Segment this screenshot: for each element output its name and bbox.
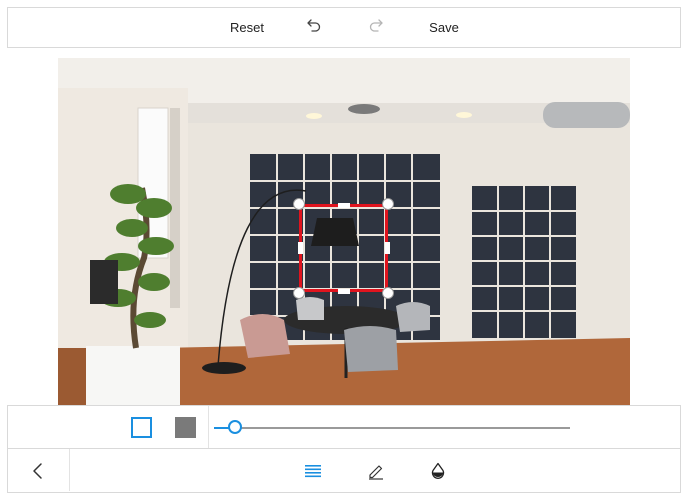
fill-icon	[429, 462, 447, 484]
crop-selection[interactable]	[299, 204, 388, 292]
undo-button[interactable]	[302, 8, 326, 47]
crop-handle-top-right[interactable]	[382, 198, 394, 210]
crop-handle-right[interactable]	[385, 242, 390, 254]
slider-thumb[interactable]	[228, 420, 242, 434]
save-label: Save	[429, 20, 459, 35]
bottom-toolbar	[7, 449, 681, 493]
pen-icon	[367, 465, 385, 484]
crop-handle-top[interactable]	[338, 203, 350, 208]
adjust-bar	[7, 405, 681, 449]
crop-handle-bottom[interactable]	[338, 289, 350, 294]
chevron-left-icon	[28, 463, 48, 485]
square-outline-icon	[131, 417, 152, 442]
reset-button[interactable]: Reset	[224, 8, 270, 47]
divider	[208, 406, 209, 448]
image-canvas[interactable]	[58, 58, 630, 405]
reset-label: Reset	[230, 20, 264, 35]
slider-track[interactable]	[214, 420, 570, 434]
square-filled-button[interactable]	[175, 417, 196, 438]
undo-icon	[306, 17, 322, 38]
crop-handle-bottom-right[interactable]	[382, 287, 394, 299]
back-button[interactable]	[28, 461, 48, 481]
fill-tool-button[interactable]	[429, 462, 447, 480]
crop-handle-left[interactable]	[298, 242, 303, 254]
pen-tool-button[interactable]	[367, 462, 385, 480]
square-filled-icon	[175, 417, 196, 442]
lines-icon	[304, 465, 322, 484]
redo-icon	[368, 17, 384, 38]
square-outline-button[interactable]	[131, 417, 152, 438]
crop-handle-top-left[interactable]	[293, 198, 305, 210]
divider	[69, 449, 70, 491]
top-toolbar: Reset Save	[7, 7, 681, 48]
save-button[interactable]: Save	[424, 8, 464, 47]
lines-tool-button[interactable]	[304, 462, 322, 480]
crop-handle-bottom-left[interactable]	[293, 287, 305, 299]
redo-button[interactable]	[364, 8, 388, 47]
